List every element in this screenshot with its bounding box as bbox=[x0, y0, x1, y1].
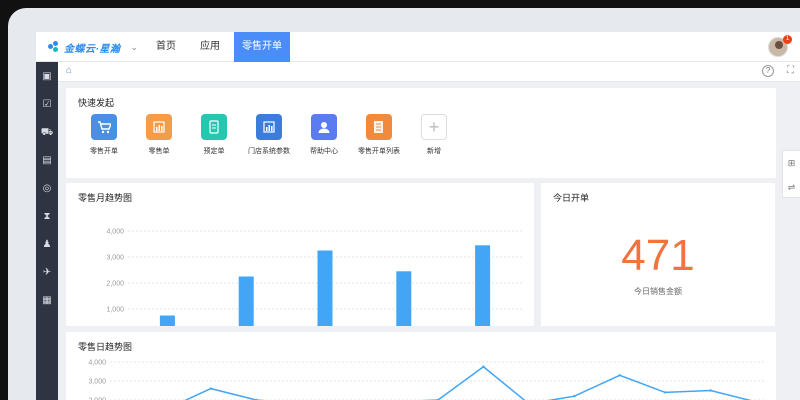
quick-item[interactable]: + 新增 bbox=[404, 114, 464, 156]
cart-icon bbox=[91, 114, 117, 140]
quick-item[interactable]: 预定单 bbox=[184, 114, 244, 156]
data-point[interactable] bbox=[618, 374, 621, 377]
quick-item-label: 预定单 bbox=[203, 148, 225, 155]
cart-icon[interactable]: ⛟ bbox=[40, 126, 54, 140]
top-bar: 金蝶云·星瀚 ⌄ 首页 应用 零售开单 1 bbox=[36, 32, 800, 62]
home-icon[interactable]: ⌂ bbox=[66, 65, 72, 76]
data-point[interactable] bbox=[209, 387, 213, 390]
today-sales-value: 471 bbox=[621, 231, 695, 280]
y-tick-label: 3,000 bbox=[106, 255, 124, 262]
y-tick-label: 4,000 bbox=[106, 229, 124, 236]
breadcrumb: ⌂ ? ⛶ bbox=[58, 62, 800, 82]
quick-item-label: 门店系统参数 bbox=[248, 148, 290, 155]
y-tick-label: 4,000 bbox=[88, 360, 106, 367]
chart-icon bbox=[146, 114, 172, 140]
bookmark-icon[interactable]: ▤ bbox=[40, 154, 54, 168]
today-sales-caption: 今日销售金额 bbox=[634, 287, 682, 296]
bag-icon[interactable]: ▣ bbox=[40, 70, 54, 84]
brand-name: 金蝶云·星瀚 bbox=[64, 43, 121, 55]
quick-launch-panel: 快速发起 零售开单 零售单 预定单 门店系统参数 帮助中心 零售开单列表 + 新增 bbox=[66, 88, 776, 178]
daily-line-chart: 4,0003,0002,000 bbox=[88, 360, 766, 400]
chevron-down-icon[interactable]: ⌄ bbox=[130, 42, 138, 53]
plus-icon: + bbox=[421, 114, 447, 140]
data-point[interactable] bbox=[663, 391, 667, 394]
quick-item[interactable]: 零售开单 bbox=[74, 114, 134, 156]
panel-title: 快速发起 bbox=[78, 98, 115, 108]
nav-apps[interactable]: 应用 bbox=[190, 32, 230, 62]
check-icon[interactable]: ☑ bbox=[40, 98, 54, 112]
settings-icon[interactable]: ⇌ bbox=[783, 175, 800, 199]
nav-retail-order[interactable]: 零售开单 bbox=[234, 32, 290, 62]
quick-item-label: 新增 bbox=[427, 148, 441, 155]
quick-item-label: 零售单 bbox=[148, 148, 170, 155]
monthly-trend-panel: 零售月趋势图 01,0002,0003,0004,0002020年5月2020年… bbox=[66, 183, 534, 326]
sidebar: ▣ ☑ ⛟ ▤ ◎ ⧗ ♟ ✈ ▦ bbox=[36, 62, 58, 400]
hourglass-icon[interactable]: ⧗ bbox=[40, 210, 54, 224]
nav-home[interactable]: 首页 bbox=[146, 32, 186, 62]
side-toolbar: ⊞ ⇌ bbox=[782, 150, 800, 198]
data-point[interactable] bbox=[573, 395, 576, 398]
notification-badge: 1 bbox=[783, 35, 792, 44]
data-point[interactable] bbox=[482, 365, 485, 368]
doc-icon bbox=[201, 114, 227, 140]
bar[interactable] bbox=[159, 315, 175, 327]
daily-trend-panel: 零售日趋势图 4,0003,0002,000 bbox=[66, 332, 776, 400]
help-icon[interactable]: ? bbox=[762, 65, 774, 77]
clipboard-icon[interactable]: ▦ bbox=[40, 294, 54, 308]
plane-icon[interactable]: ✈ bbox=[40, 266, 54, 280]
quick-item[interactable]: 零售开单列表 bbox=[349, 114, 409, 156]
quick-item[interactable]: 帮助中心 bbox=[294, 114, 354, 156]
y-tick-label: 1,000 bbox=[106, 307, 124, 314]
app-screen: 金蝶云·星瀚 ⌄ 首页 应用 零售开单 1 ▣ ☑ ⛟ ▤ ◎ ⧗ ♟ ✈ ▦ … bbox=[36, 32, 800, 400]
quick-item-label: 帮助中心 bbox=[310, 148, 338, 155]
panel-title: 今日开单 bbox=[553, 193, 590, 203]
quick-item-label: 零售开单 bbox=[90, 148, 118, 155]
data-point[interactable] bbox=[709, 389, 712, 392]
y-tick-label: 2,000 bbox=[106, 281, 124, 288]
quick-item[interactable]: 门店系统参数 bbox=[239, 114, 299, 156]
bar[interactable] bbox=[238, 276, 254, 327]
bar[interactable] bbox=[317, 250, 333, 327]
brand-logo[interactable]: 金蝶云·星瀚 ⌄ bbox=[48, 38, 138, 56]
bar[interactable] bbox=[396, 271, 412, 326]
monthly-bar-chart: 01,0002,0003,0004,0002020年5月2020年6月2020年… bbox=[106, 229, 522, 327]
fullscreen-icon[interactable]: ⛶ bbox=[787, 65, 794, 76]
layout-icon[interactable]: ⊞ bbox=[783, 151, 800, 175]
today-orders-panel: 今日开单 471 今日销售金额 bbox=[541, 183, 775, 326]
series-line bbox=[184, 365, 752, 400]
quick-item[interactable]: 零售单 bbox=[129, 114, 189, 156]
bar[interactable] bbox=[475, 245, 491, 326]
quick-item-label: 零售开单列表 bbox=[358, 148, 400, 155]
chart-icon bbox=[256, 114, 282, 140]
logo-icon bbox=[48, 41, 60, 53]
user-gear-icon[interactable]: ♟ bbox=[40, 238, 54, 252]
user-icon bbox=[311, 114, 337, 140]
list-icon bbox=[366, 114, 392, 140]
sync-icon[interactable]: ◎ bbox=[40, 182, 54, 196]
y-tick-label: 3,000 bbox=[88, 379, 106, 386]
